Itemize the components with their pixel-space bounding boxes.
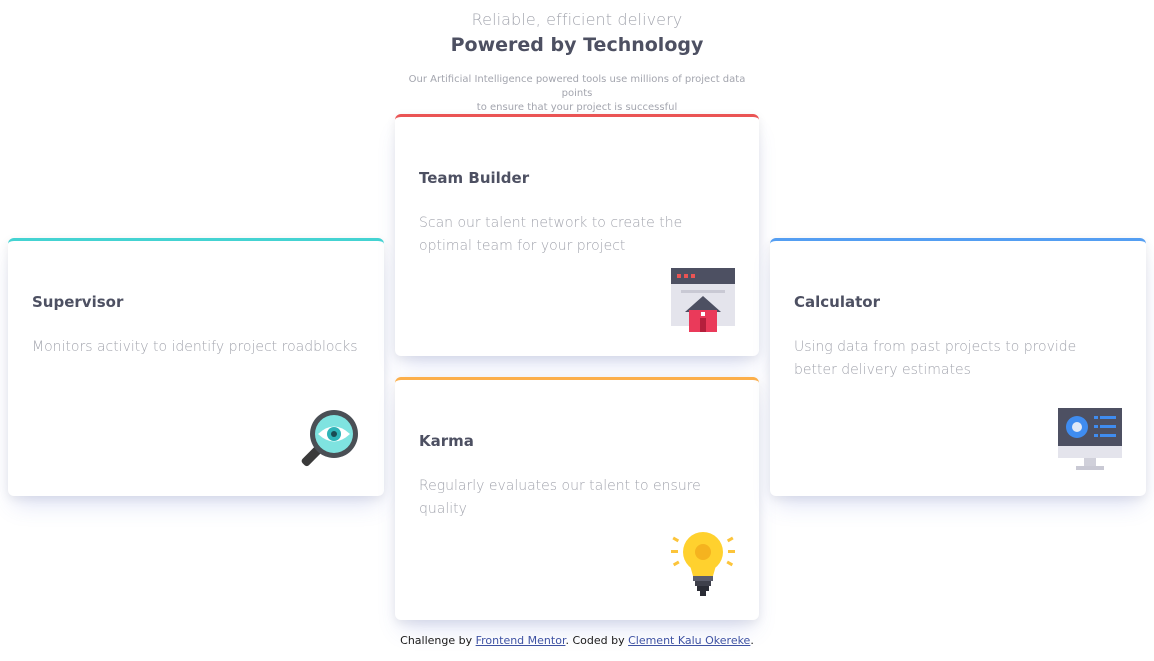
footer-middle: . Coded by [565,634,629,647]
hero-description-line-2: to ensure that your project is successfu… [476,102,678,113]
page: Reliable, efficient delivery Powered by … [0,0,1154,661]
card-calculator: Calculator Using data from past projects… [770,238,1146,496]
hero-description-line-1: Our Artificial Intelligence powered tool… [408,74,746,99]
hero-description: Our Artificial Intelligence powered tool… [397,73,757,115]
card-karma: Karma Regularly evaluates our talent to … [395,377,759,620]
card-description: Scan our talent network to create the op… [419,215,683,254]
card-supervisor: Supervisor Monitors activity to identify… [8,238,384,496]
card-title: Team Builder [419,169,530,187]
frontend-mentor-link[interactable]: Frontend Mentor [476,634,566,647]
card-title: Calculator [794,293,880,311]
card-title: Supervisor [32,293,124,311]
lightbulb-icon [671,532,735,596]
monitor-dashboard-icon [1058,408,1122,472]
author-link[interactable]: Clement Kalu Okereke [628,634,750,647]
card-description: Using data from past projects to provide… [794,339,1077,378]
card-team-builder: Team Builder Scan our talent network to … [395,114,759,356]
card-description: Regularly evaluates our talent to ensure… [419,478,701,517]
card-title: Karma [419,432,474,450]
magnifier-eye-icon [296,408,360,472]
footer-prefix: Challenge by [400,634,476,647]
hero-subtitle: Reliable, efficient delivery [471,10,683,29]
footer-suffix: . [750,634,754,647]
hero-title: Powered by Technology [450,34,704,56]
attribution-footer: Challenge by Frontend Mentor. Coded by C… [0,634,1154,647]
card-description: Monitors activity to identify project ro… [32,339,358,355]
browser-house-icon [671,268,735,332]
